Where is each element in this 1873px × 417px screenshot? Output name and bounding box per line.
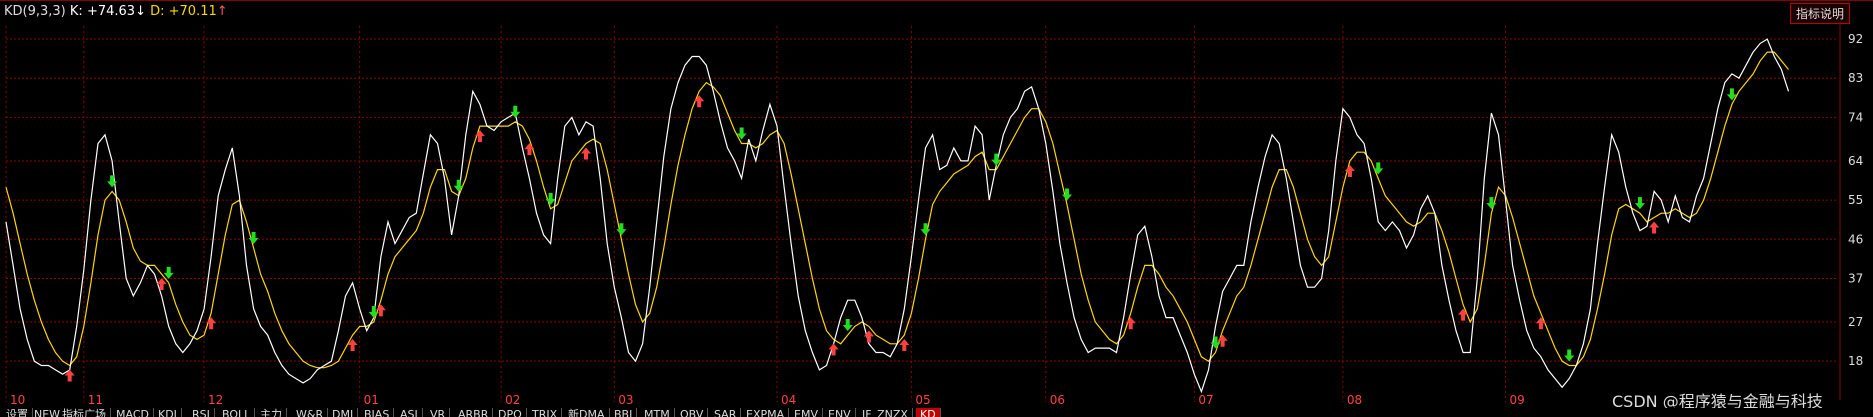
sell-signal-arrow-icon xyxy=(163,266,174,279)
x-tick-label: 07 xyxy=(1198,393,1213,407)
sell-signal-arrow-icon xyxy=(107,175,118,188)
y-tick-label: 46 xyxy=(1848,232,1863,246)
x-tick-label: 03 xyxy=(618,393,633,407)
chart-grid xyxy=(5,22,1841,402)
x-tick-label: 11 xyxy=(88,393,103,407)
tab--[interactable]: 设置 xyxy=(2,408,33,417)
sell-signal-arrow-icon xyxy=(545,192,556,205)
x-tick-label: 08 xyxy=(1347,393,1362,407)
tab-rsi[interactable]: RSI xyxy=(188,408,215,417)
buy-signal-arrow-icon xyxy=(581,147,592,160)
x-tick-label: 06 xyxy=(1050,393,1065,407)
buy-signal-arrow-icon xyxy=(206,317,217,330)
sell-signal-arrow-icon xyxy=(510,105,521,118)
x-axis-month-labels: 10 11 12 01 02 03 04 05 06 07 08 09 xyxy=(10,393,1525,407)
buy-signal-arrow-icon xyxy=(64,369,75,382)
y-tick-label: 83 xyxy=(1848,71,1863,85)
tab-kdj[interactable]: KDJ xyxy=(154,408,182,417)
buy-signal-arrow-icon xyxy=(1217,334,1228,347)
signal-arrows xyxy=(64,88,1737,382)
tab--[interactable]: 主力 xyxy=(256,408,287,417)
tab--dma[interactable]: 新DMA xyxy=(564,408,610,417)
tab-bbi[interactable]: BBI xyxy=(610,408,638,417)
tab-arbr[interactable]: ARBR xyxy=(454,408,494,417)
tab-dmi[interactable]: DMI xyxy=(328,408,359,417)
tab-kd[interactable]: KD xyxy=(916,408,941,417)
x-tick-label: 12 xyxy=(208,393,223,407)
tab-sar[interactable]: SAR xyxy=(710,408,742,417)
tab-boll[interactable]: BOLL xyxy=(218,408,256,417)
d-series xyxy=(5,51,1789,369)
tab-vr[interactable]: VR xyxy=(426,408,451,417)
sell-signal-arrow-icon xyxy=(616,223,627,236)
x-tick-label: 09 xyxy=(1510,393,1525,407)
tab-w-r[interactable]: W&R xyxy=(292,408,329,417)
buy-signal-arrow-icon xyxy=(156,278,167,291)
sell-signal-arrow-icon xyxy=(842,319,853,332)
buy-signal-arrow-icon xyxy=(375,304,386,317)
indicator-tab-bar: 设置 NEW 指标广场 MACD KDJ RSI BOLL 主力 W&R DMI BIAS ASI VR… xyxy=(0,408,1873,417)
series-line-D xyxy=(5,51,1789,369)
tab-env[interactable]: ENV xyxy=(824,408,856,417)
x-tick-label: 02 xyxy=(505,393,520,407)
buy-signal-arrow-icon xyxy=(1458,308,1469,321)
tab-trix[interactable]: TRIX xyxy=(528,408,563,417)
kd-chart: 18 27 37 46 55 64 74 83 92 10 11 12 01 02 03 04 05 06 07 0… xyxy=(5,22,1863,407)
y-tick-label: 74 xyxy=(1848,110,1863,124)
buy-signal-arrow-icon xyxy=(474,130,485,143)
sell-signal-arrow-icon xyxy=(1564,349,1575,362)
buy-signal-arrow-icon xyxy=(899,339,910,352)
tab-expma[interactable]: EXPMA xyxy=(742,408,790,417)
series-line-K xyxy=(5,38,1790,394)
y-tick-label: 92 xyxy=(1848,32,1863,46)
sell-signal-arrow-icon xyxy=(368,306,379,318)
x-tick-label: 05 xyxy=(915,393,930,407)
buy-signal-arrow-icon xyxy=(694,95,705,108)
tab-dpo[interactable]: DPO xyxy=(494,408,527,417)
sell-signal-arrow-icon xyxy=(453,179,464,192)
sell-signal-arrow-icon xyxy=(1373,162,1384,175)
tab-obv[interactable]: OBV xyxy=(676,408,709,417)
y-tick-label: 55 xyxy=(1848,193,1863,207)
tab-mtm[interactable]: MTM xyxy=(640,408,675,417)
x-tick-label: 10 xyxy=(10,393,25,407)
k-series xyxy=(5,38,1790,394)
buy-signal-arrow-icon xyxy=(1125,317,1136,330)
y-tick-label: 37 xyxy=(1848,271,1863,285)
buy-signal-arrow-icon xyxy=(1649,221,1660,234)
buy-signal-arrow-icon xyxy=(524,143,535,156)
x-tick-label: 01 xyxy=(364,393,379,407)
y-tick-label: 64 xyxy=(1848,154,1863,168)
tab--[interactable]: 指标广场 xyxy=(58,408,111,417)
x-tick-label: 04 xyxy=(781,393,796,407)
tab-emv[interactable]: EMV xyxy=(790,408,823,417)
buy-signal-arrow-icon xyxy=(1535,317,1546,330)
tab-macd[interactable]: MACD xyxy=(112,408,154,417)
y-tick-label: 18 xyxy=(1848,354,1863,368)
tab-asi[interactable]: ASI xyxy=(396,408,423,417)
sell-signal-arrow-icon xyxy=(920,223,931,236)
y-axis-labels: 18 27 37 46 55 64 74 83 92 xyxy=(1848,32,1863,368)
sell-signal-arrow-icon xyxy=(1634,197,1645,210)
y-tick-label: 27 xyxy=(1848,315,1863,329)
tab-jf-znzx[interactable]: JF_ZNZX xyxy=(858,408,913,417)
tab-bias[interactable]: BIAS xyxy=(360,408,395,417)
